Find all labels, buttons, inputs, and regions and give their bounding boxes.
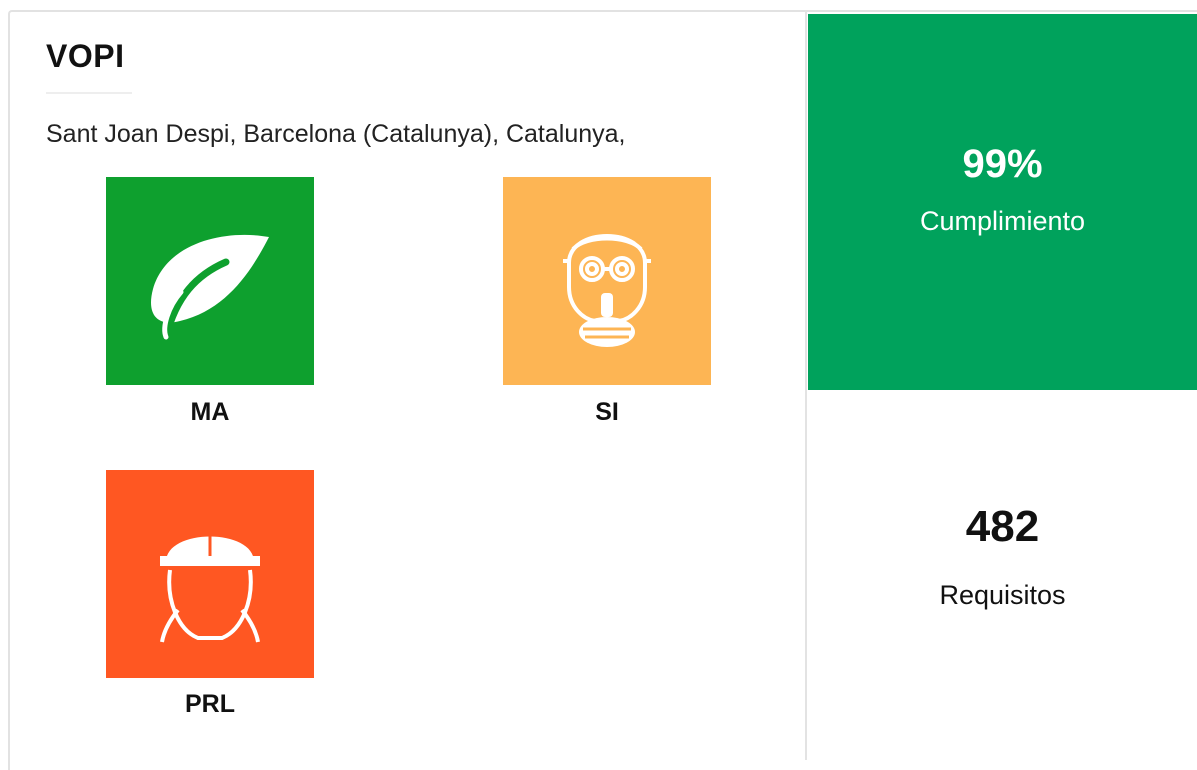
vertical-divider xyxy=(805,10,807,760)
category-label-prl: PRL xyxy=(185,690,235,718)
requirements-value: 482 xyxy=(965,502,1040,551)
leaf-icon xyxy=(106,177,314,385)
hard-hat-icon xyxy=(106,470,314,678)
requirements-label: Requisitos xyxy=(939,580,1066,610)
title-underline xyxy=(46,92,132,94)
compliance-panel: 99% Cumplimiento xyxy=(808,14,1197,390)
compliance-label: Cumplimiento xyxy=(919,206,1086,236)
gas-mask-icon xyxy=(503,177,711,385)
requirements-panel: 482 Requisitos xyxy=(808,390,1197,760)
company-title: VOPI xyxy=(46,38,125,74)
company-location: Sant Joan Despi, Barcelona (Catalunya), … xyxy=(46,120,626,148)
category-label-si: SI xyxy=(595,398,619,426)
category-tile-si[interactable] xyxy=(503,177,711,385)
category-tile-ma[interactable] xyxy=(106,177,314,385)
category-tile-prl[interactable] xyxy=(106,470,314,678)
category-label-ma: MA xyxy=(190,398,230,426)
compliance-value: 99% xyxy=(962,142,1043,186)
